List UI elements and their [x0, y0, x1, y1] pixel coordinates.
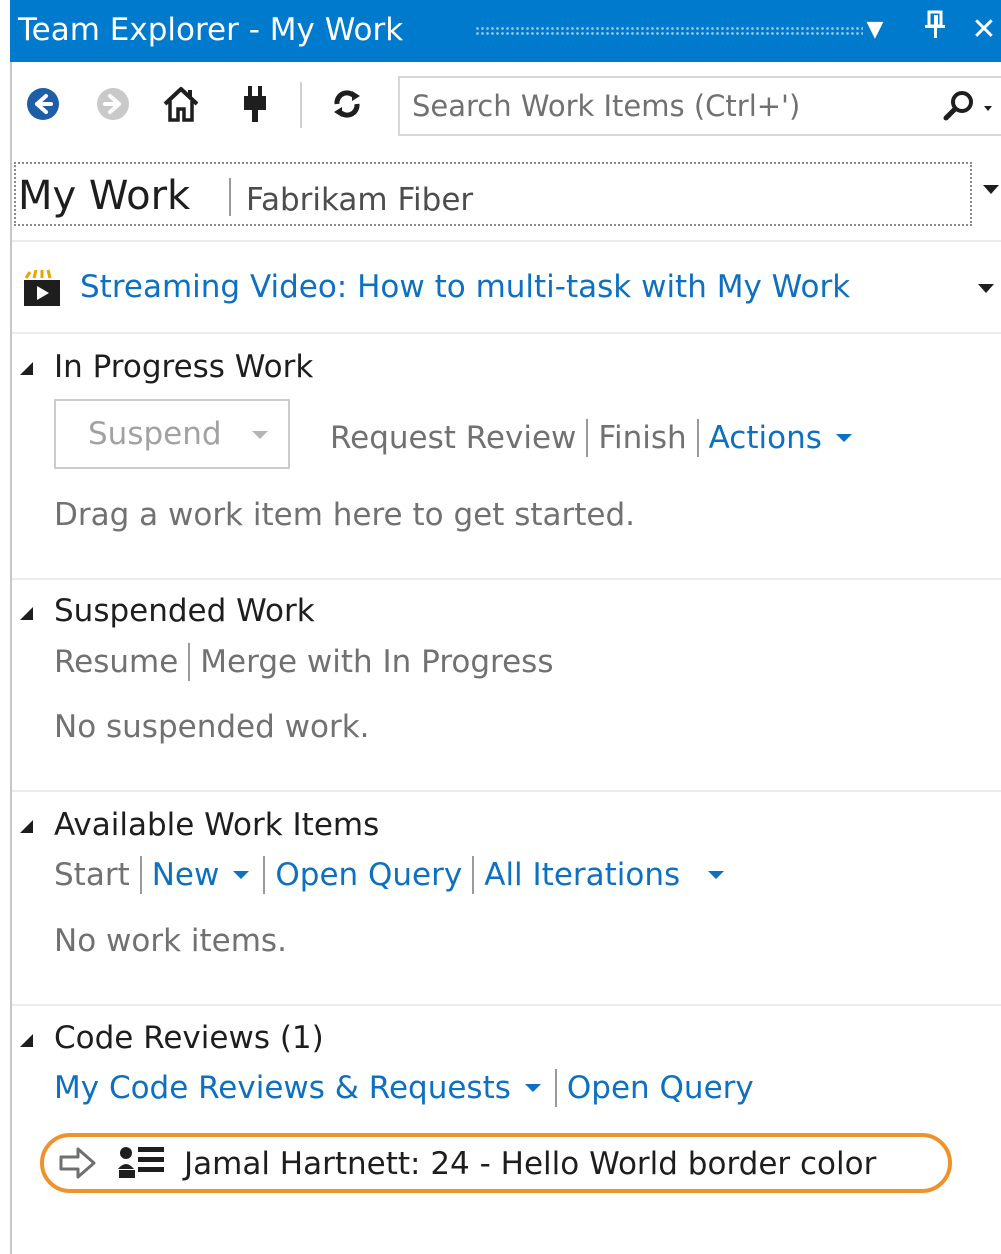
in-progress-actions: Request Review Finish Actions — [330, 417, 852, 459]
streaming-video-link[interactable]: Streaming Video: How to multi-task with … — [80, 266, 850, 308]
page-title: My Work — [18, 173, 191, 219]
pin-icon[interactable] — [918, 10, 952, 50]
link-separator — [263, 856, 266, 894]
window-title: Team Explorer - My Work — [18, 12, 404, 48]
section-suspended-title: Suspended Work — [54, 593, 315, 629]
actions-link[interactable]: Actions — [709, 417, 822, 459]
divider — [12, 240, 1001, 242]
collapse-available-icon[interactable] — [20, 820, 33, 833]
new-link[interactable]: New — [152, 854, 220, 896]
window-menu-dropdown-icon[interactable]: ▼ — [858, 10, 892, 50]
section-available-title: Available Work Items — [54, 807, 380, 843]
open-query-link[interactable]: Open Query — [567, 1067, 754, 1109]
section-code-reviews-title: Code Reviews (1) — [54, 1020, 324, 1056]
suspend-dropdown-icon — [252, 431, 268, 439]
code-review-icon — [116, 1143, 168, 1183]
arrow-right-icon — [58, 1145, 98, 1181]
home-icon[interactable] — [160, 80, 202, 128]
available-empty-message: No work items. — [54, 923, 287, 959]
open-query-link[interactable]: Open Query — [275, 854, 462, 896]
code-review-item-label: Jamal Hartnett: 24 - Hello World border … — [184, 1146, 877, 1182]
video-icon — [22, 268, 66, 308]
suspended-empty-message: No suspended work. — [54, 709, 370, 745]
connect-icon[interactable] — [234, 80, 276, 128]
search-input[interactable] — [412, 84, 912, 128]
suspended-actions: Resume Merge with In Progress — [54, 641, 553, 683]
refresh-icon[interactable] — [326, 80, 368, 128]
team-explorer-window: Team Explorer - My Work ▼ ✕ Search Work … — [0, 0, 1001, 1254]
toolbar-separator — [300, 82, 302, 128]
back-icon[interactable] — [22, 80, 64, 128]
code-reviews-actions: My Code Reviews & Requests Open Query — [54, 1067, 754, 1109]
in-progress-empty-message: Drag a work item here to get started. — [54, 497, 636, 533]
finish-link[interactable]: Finish — [598, 417, 686, 459]
page-subtitle: Fabrikam Fiber — [246, 182, 474, 218]
code-reviews-dropdown-icon[interactable] — [524, 1084, 541, 1092]
collapse-code-reviews-icon[interactable] — [20, 1034, 33, 1047]
toolbar — [12, 62, 1001, 150]
iterations-dropdown-icon[interactable] — [708, 871, 725, 879]
drag-grip[interactable] — [475, 26, 863, 36]
search-work-items-box — [398, 76, 1001, 136]
section-in-progress-title: In Progress Work — [54, 349, 314, 385]
pin-glyph — [925, 10, 945, 38]
page-menu-dropdown-icon[interactable] — [983, 185, 999, 194]
link-separator — [139, 856, 142, 894]
actions-dropdown-icon[interactable] — [835, 434, 852, 442]
search-icon[interactable] — [932, 86, 992, 130]
link-separator — [472, 856, 475, 894]
title-bar[interactable]: Team Explorer - My Work ▼ ✕ — [10, 0, 1001, 62]
resume-link[interactable]: Resume — [54, 641, 178, 683]
link-separator — [554, 1069, 557, 1107]
available-actions: Start New Open Query All Iterations — [54, 854, 725, 896]
code-review-item[interactable]: Jamal Hartnett: 24 - Hello World border … — [40, 1133, 952, 1193]
collapse-in-progress-icon[interactable] — [20, 362, 33, 375]
page-header[interactable]: My Work Fabrikam Fiber — [14, 162, 972, 226]
all-iterations-link[interactable]: All Iterations — [484, 854, 680, 896]
link-separator — [188, 643, 191, 681]
suspend-button-label: Suspend — [88, 416, 222, 452]
collapse-suspended-icon[interactable] — [20, 607, 33, 620]
divider — [12, 578, 1001, 580]
start-link[interactable]: Start — [54, 854, 130, 896]
suspend-button[interactable]: Suspend — [54, 399, 290, 469]
link-separator — [586, 419, 589, 457]
video-dropdown-icon[interactable] — [978, 284, 994, 293]
close-icon[interactable]: ✕ — [967, 10, 1001, 50]
my-code-reviews-link[interactable]: My Code Reviews & Requests — [54, 1067, 511, 1109]
forward-icon[interactable] — [92, 80, 134, 128]
divider — [12, 1004, 1001, 1006]
title-separator — [229, 178, 231, 216]
new-dropdown-icon[interactable] — [233, 871, 250, 879]
merge-with-in-progress-link[interactable]: Merge with In Progress — [200, 641, 553, 683]
divider — [12, 332, 1001, 334]
request-review-link[interactable]: Request Review — [330, 417, 576, 459]
link-separator — [696, 419, 699, 457]
divider — [12, 790, 1001, 792]
